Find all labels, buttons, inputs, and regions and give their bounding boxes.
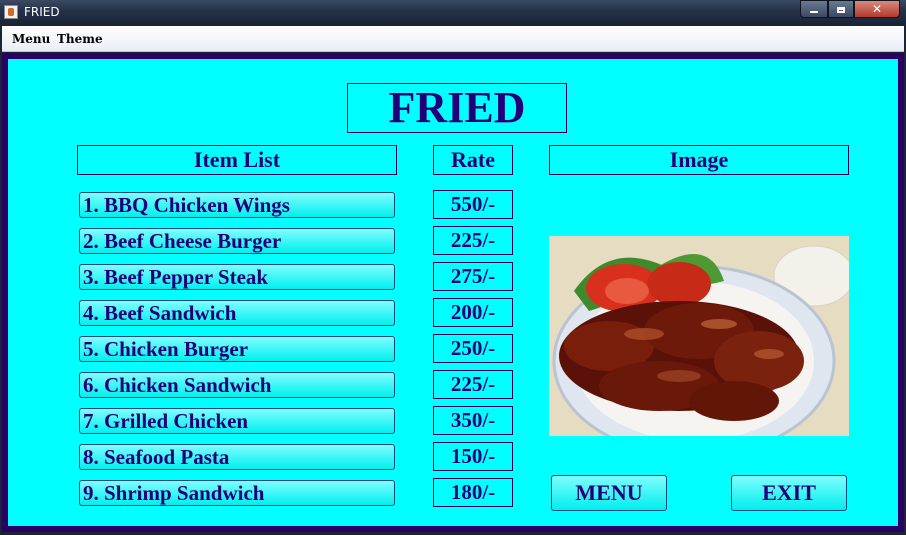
- item-button-beef-sandwich[interactable]: 4. Beef Sandwich: [79, 300, 395, 326]
- minimize-button[interactable]: [800, 0, 828, 18]
- close-button[interactable]: ✕: [854, 0, 900, 18]
- item-list-header: Item List: [77, 145, 397, 175]
- rate-value: 550/-: [433, 190, 513, 219]
- rate-value: 275/-: [433, 262, 513, 291]
- menu-button[interactable]: MENU: [551, 475, 667, 511]
- window-titlebar: FRIED ✕: [0, 0, 906, 25]
- image-header: Image: [549, 145, 849, 175]
- page-title: FRIED: [347, 83, 567, 133]
- close-icon: ✕: [871, 2, 883, 16]
- minimize-icon: [810, 10, 818, 13]
- rate-value: 200/-: [433, 298, 513, 327]
- item-button-chicken-burger[interactable]: 5. Chicken Burger: [79, 336, 395, 362]
- rate-value: 225/-: [433, 370, 513, 399]
- menu-theme[interactable]: Theme: [57, 32, 103, 46]
- item-button-bbq-chicken-wings[interactable]: 1. BBQ Chicken Wings: [79, 192, 395, 218]
- rate-value: 150/-: [433, 442, 513, 471]
- window-title: FRIED: [24, 5, 60, 19]
- menu-menu[interactable]: Menu: [12, 32, 50, 46]
- exit-button[interactable]: EXIT: [731, 475, 847, 511]
- rate-value: 180/-: [433, 478, 513, 507]
- rate-value: 225/-: [433, 226, 513, 255]
- item-button-beef-cheese-burger[interactable]: 2. Beef Cheese Burger: [79, 228, 395, 254]
- item-button-seafood-pasta[interactable]: 8. Seafood Pasta: [79, 444, 395, 470]
- item-button-chicken-sandwich[interactable]: 6. Chicken Sandwich: [79, 372, 395, 398]
- java-app-icon: [4, 5, 18, 19]
- food-image: [549, 236, 849, 436]
- rate-value: 250/-: [433, 334, 513, 363]
- maximize-button[interactable]: [828, 0, 854, 18]
- item-button-shrimp-sandwich[interactable]: 9. Shrimp Sandwich: [79, 480, 395, 506]
- menu-bar: Menu Theme: [2, 26, 904, 52]
- maximize-icon: [837, 6, 845, 13]
- rate-value: 350/-: [433, 406, 513, 435]
- item-button-beef-pepper-steak[interactable]: 3. Beef Pepper Steak: [79, 264, 395, 290]
- item-button-grilled-chicken[interactable]: 7. Grilled Chicken: [79, 408, 395, 434]
- rate-header: Rate: [433, 145, 513, 175]
